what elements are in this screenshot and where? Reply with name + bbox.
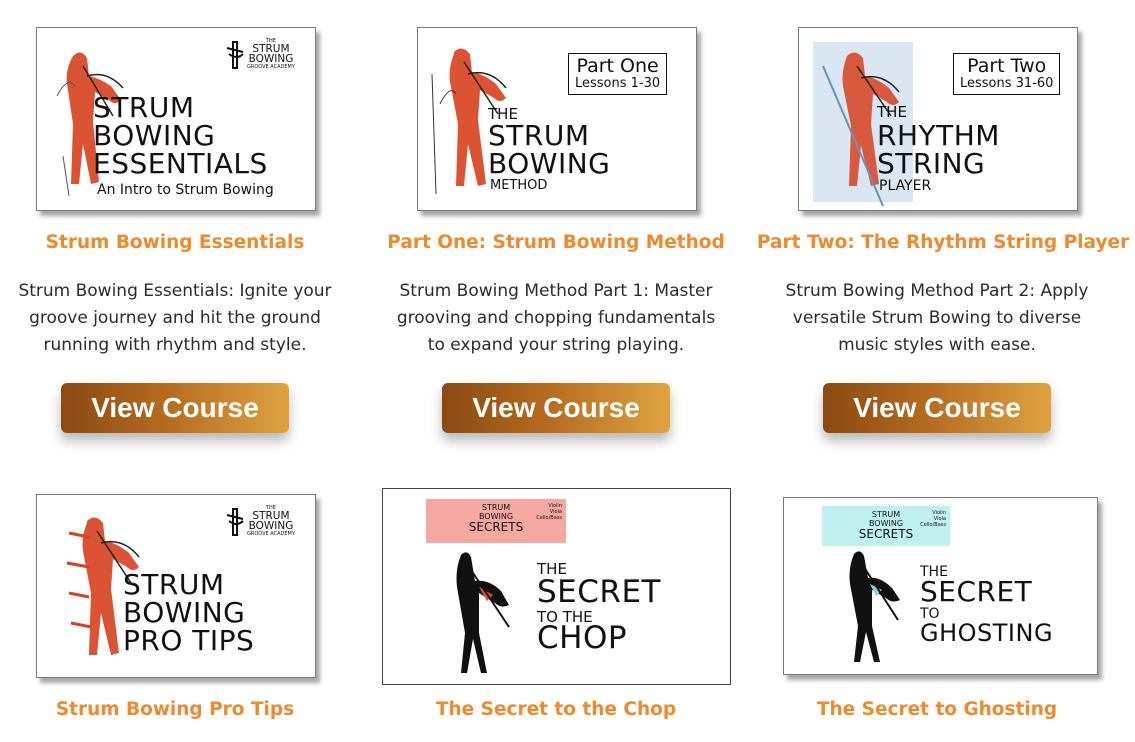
course-card: STRUM BOWING SECRETS Violin Viola Cello/Ba…: [376, 470, 736, 742]
part-label-box: Part One Lessons 1-30: [568, 53, 668, 95]
cover-heading-end: PLAYER: [879, 178, 932, 194]
strum-bowing-secrets-badge: STRUM BOWING SECRETS Violin Viola Cello/Ba…: [426, 499, 566, 543]
cover-heading: SECRET: [920, 575, 1033, 608]
cover-heading-line2: BOWING: [488, 147, 611, 180]
course-title[interactable]: Strum Bowing Essentials: [0, 232, 355, 253]
cover-heading-line1: STRUM: [123, 568, 225, 601]
part-label-box: Part Two Lessons 31-60: [953, 53, 1061, 95]
cover-subheading: An Intro to Strum Bowing: [97, 182, 274, 198]
part-label: Part Two: [967, 55, 1047, 77]
cover-heading-end: CHOP: [537, 620, 628, 656]
course-thumbnail-part-one[interactable]: Part One Lessons 1-30 THE STRUM BOWING M…: [417, 27, 697, 211]
strum-bowing-logo: THE STRUM BOWING GROOVE ACADEMY: [225, 505, 307, 541]
cover-heading-line2: BOWING: [123, 596, 246, 629]
cover-heading: SECRET: [537, 574, 661, 610]
strum-bowing-logo: THE STRUM BOWING GROOVE ACADEMY: [225, 38, 307, 74]
course-card: THE STRUM BOWING GROOVE ACADEMY STRUM BOWIN…: [0, 0, 355, 440]
cover-heading-end: GHOSTING: [920, 619, 1054, 647]
lessons-range: Lessons 31-60: [960, 76, 1054, 91]
course-title[interactable]: The Secret to Ghosting: [757, 699, 1117, 720]
logo-sub: GROOVE ACADEMY: [247, 64, 295, 70]
course-card: Part One Lessons 1-30 THE STRUM BOWING M…: [376, 0, 736, 440]
course-card: THE STRUM BOWING GROOVE ACADEMY STRUM BOWIN…: [0, 470, 355, 742]
course-thumbnail-pro-tips[interactable]: THE STRUM BOWING GROOVE ACADEMY STRUM BOWIN…: [36, 494, 316, 678]
course-card: STRUM BOWING SECRETS Violin Viola Cello/Ba…: [757, 470, 1117, 742]
course-title[interactable]: Strum Bowing Pro Tips: [0, 699, 355, 720]
series-line3: SECRETS: [468, 520, 524, 534]
instrument-cello: Cello/Bass: [536, 515, 562, 521]
view-course-button[interactable]: View Course: [823, 383, 1051, 433]
cover-heading-line3: PRO TIPS: [123, 624, 255, 657]
part-label: Part One: [576, 55, 659, 77]
lessons-range: Lessons 1-30: [575, 76, 661, 91]
course-title[interactable]: Part One: Strum Bowing Method: [376, 232, 736, 253]
instrument-cello: Cello/Bass: [920, 522, 946, 528]
strum-bowing-secrets-badge: STRUM BOWING SECRETS Violin Viola Cello/Ba…: [822, 506, 950, 546]
cover-heading-line2: BOWING: [93, 119, 216, 152]
course-description: Strum Bowing Method Part 1: Master groov…: [396, 281, 716, 355]
cover-heading-line1: RHYTHM: [877, 119, 1000, 152]
violinist-illustration: [456, 552, 510, 673]
course-title[interactable]: Part Two: The Rhythm String Player: [757, 232, 1129, 253]
violinist-illustration: [849, 551, 900, 662]
view-course-button[interactable]: View Course: [442, 383, 670, 433]
course-thumbnail-part-two[interactable]: Part Two Lessons 31-60 THE RHYTHM STRING…: [798, 27, 1078, 211]
course-title[interactable]: The Secret to the Chop: [376, 699, 736, 720]
course-description: Strum Bowing Essentials: Ignite your gro…: [18, 281, 332, 355]
cover-heading-line2: STRING: [877, 147, 986, 180]
cover-heading-line1: STRUM: [488, 119, 590, 152]
course-thumbnail-essentials[interactable]: THE STRUM BOWING GROOVE ACADEMY STRUM BOWIN…: [36, 27, 316, 211]
series-line3: SECRETS: [858, 527, 914, 541]
cover-heading-line1: STRUM: [93, 91, 195, 124]
logo-sub: GROOVE ACADEMY: [247, 531, 295, 537]
view-course-button[interactable]: View Course: [61, 383, 289, 433]
cover-heading-end: METHOD: [490, 178, 548, 193]
course-card: Part Two Lessons 31-60 THE RHYTHM STRING…: [757, 0, 1129, 440]
course-description: Strum Bowing Method Part 2: Apply versat…: [785, 281, 1089, 355]
course-thumbnail-secret-chop[interactable]: STRUM BOWING SECRETS Violin Viola Cello/Ba…: [382, 488, 731, 685]
course-thumbnail-secret-ghosting[interactable]: STRUM BOWING SECRETS Violin Viola Cello/Ba…: [783, 497, 1098, 675]
cover-heading-line3: ESSENTIALS: [93, 147, 268, 180]
cover-heading-the: THE: [877, 103, 907, 121]
